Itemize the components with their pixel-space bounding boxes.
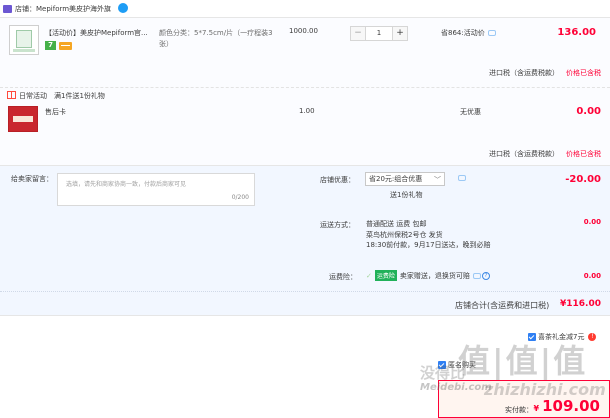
promotion-name: 日常活动 <box>19 92 47 100</box>
insurance-text: 卖家赠送，退换货可赔 <box>399 272 470 280</box>
product-thumbnail[interactable] <box>9 25 39 55</box>
currency-symbol: ¥ <box>533 404 540 413</box>
insurance-subtotal: 0.00 <box>583 272 601 280</box>
gift-card-checkbox[interactable] <box>528 333 536 341</box>
shipping-subtotal: 0.00 <box>583 218 601 226</box>
gift-tax-line: 进口税（含运费税款） 价格已含税 <box>489 149 601 159</box>
tax-included: 价格已含税 <box>566 69 601 77</box>
store-icon <box>3 5 12 13</box>
store-header: 店铺：Mepiform美皮护海外旗 <box>0 0 610 18</box>
anonymous-checkbox[interactable] <box>438 361 446 369</box>
gift-icon <box>7 91 16 99</box>
item-discount-text: 省864:活动价 <box>441 29 485 37</box>
chat-seller-icon[interactable] <box>118 3 128 13</box>
item-tax-line: 进口税（含运费税款） 价格已含税 <box>489 68 601 78</box>
order-options: 给卖家留言： 选填，请先和商家协商一致，付款后商家可见 0/200 店铺优惠： … <box>0 166 610 292</box>
store-coupon-label: 店铺优惠： <box>320 176 355 184</box>
payment-value: 109.00 <box>542 397 600 415</box>
anonymous-option: 匿名购买 <box>438 360 476 370</box>
increase-quantity-button[interactable]: + <box>392 27 407 40</box>
tax-included: 价格已含税 <box>566 150 601 158</box>
shipping-details: 普通配送 运费 包邮 菜鸟杭州保税2号仓 发货 18:30前付款，9月17日送达… <box>366 219 491 251</box>
order-item: 【活动价】美皮护Mepiform官... 7 颜色分类：5*7.5cm/片（一疗… <box>0 18 610 88</box>
store-total-row: 店铺合计(含运费和进口税) ¥116.00 <box>0 292 610 316</box>
item-subtotal: 136.00 <box>557 27 596 38</box>
store-coupon-select[interactable]: 省20元:组合优惠 ﹀ <box>365 172 445 186</box>
product-spec: 颜色分类：5*7.5cm/片（一疗程装3张） <box>159 29 273 48</box>
comment-icon[interactable] <box>458 175 466 181</box>
tax-label: 进口税（含运费税款） <box>489 69 559 77</box>
shipping-eta: 18:30前付款，9月17日送达，晚到必赔 <box>366 241 491 249</box>
credit-card-icon <box>59 42 72 50</box>
comment-icon[interactable] <box>487 30 496 36</box>
check-icon: ✓ <box>366 272 372 280</box>
store-name-link[interactable]: 店铺：Mepiform美皮护海外旗 <box>15 4 111 14</box>
gift-card-text: 喜茶礼金减7元 <box>538 333 585 341</box>
gift-subtotal: 0.00 <box>576 106 601 117</box>
payment-amount: ¥109.00 <box>534 397 600 415</box>
payment-label: 实付款： <box>505 406 533 414</box>
gift-name[interactable]: 售后卡 <box>45 107 66 117</box>
item-discount: 省864:活动价 <box>441 28 496 38</box>
shipping-label: 运送方式： <box>320 221 355 229</box>
watermark-logo: 值|值|值 <box>458 342 588 380</box>
promotion-rule: 满1件送1份礼物 <box>54 92 105 100</box>
quantity-input[interactable]: 1 <box>367 27 391 40</box>
insurance-tag: 运费险 <box>374 270 397 281</box>
coupon-subtotal: -20.00 <box>565 174 601 185</box>
promotion-section: 日常活动 满1件送1份礼物 售后卡 1.00 无优惠 0.00 进口税（含运费税… <box>0 88 610 166</box>
gift-card-option: 喜茶礼金减7元! <box>528 332 597 342</box>
chevron-down-icon: ﹀ <box>434 176 441 184</box>
help-icon[interactable]: ? <box>481 272 490 280</box>
seven-day-return-badge: 7 <box>45 41 56 50</box>
message-char-counter: 0/200 <box>231 194 249 201</box>
message-label: 给卖家留言： <box>11 175 53 183</box>
insurance-row: ✓ 运费险 卖家赠送，退换货可赔? <box>366 270 490 281</box>
decrease-quantity-button[interactable]: − <box>351 27 366 40</box>
product-title-link[interactable]: 【活动价】美皮护Mepiform官... <box>45 28 151 38</box>
gift-discount: 无优惠 <box>460 108 481 116</box>
shipping-warehouse: 菜鸟杭州保税2号仓 发货 <box>366 230 443 239</box>
store-total-value: ¥116.00 <box>560 299 601 309</box>
gift-thumbnail[interactable] <box>8 106 38 132</box>
store-total-label: 店铺合计(含运费和进口税) <box>455 301 550 310</box>
message-placeholder: 选填，请先和商家协商一致，付款后商家可见 <box>66 181 187 188</box>
shipping-method: 普通配送 运费 包邮 <box>366 220 427 228</box>
tax-label: 进口税（含运费税款） <box>489 150 559 158</box>
quantity-stepper: − 1 + <box>350 26 408 41</box>
comment-icon[interactable] <box>472 273 481 279</box>
gift-price: 1.00 <box>299 107 315 115</box>
info-icon[interactable]: ! <box>588 333 597 341</box>
store-coupon-value: 省20元:组合优惠 <box>369 175 423 183</box>
payment-summary: 实付款： ¥109.00 <box>438 380 610 418</box>
coupon-gift-text: 送1份礼物 <box>390 191 423 199</box>
insurance-label: 运费险： <box>329 273 357 281</box>
message-textarea[interactable]: 选填，请先和商家协商一致，付款后商家可见 0/200 <box>57 173 255 206</box>
anonymous-text: 匿名购买 <box>448 361 476 369</box>
unit-price: 1000.00 <box>289 27 318 35</box>
